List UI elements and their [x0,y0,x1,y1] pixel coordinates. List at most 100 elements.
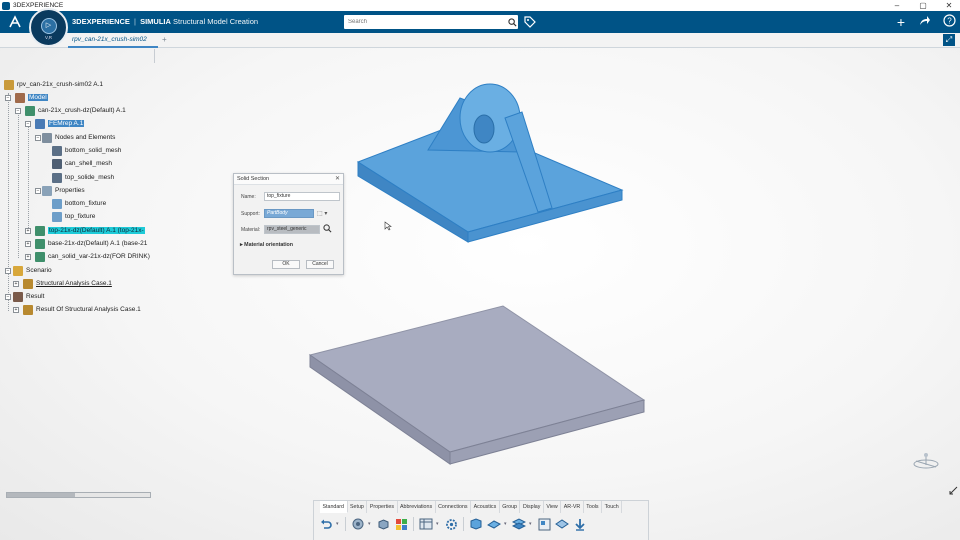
document-tab-bar: rpv_can-21x_crush-sim02 + ⤢ [0,33,960,48]
share-icon[interactable] [918,14,932,30]
beam-section-icon[interactable] [554,516,570,532]
dialog-title: Solid Section [237,176,270,182]
layered-section-icon[interactable] [511,516,527,532]
compass-widget[interactable]: ▷ V,R [29,8,68,47]
tree-item-root[interactable]: rpv_can-21x_crush-sim02 A.1 [4,79,103,90]
tree-item-nodes-and-elements[interactable]: Nodes and Elements [42,132,115,143]
material-field[interactable]: rpv_steel_generic [264,225,320,234]
tab-abbreviations[interactable]: Abbreviations [398,501,436,513]
collapse-icon[interactable]: − [5,95,11,101]
tab-connections[interactable]: Connections [436,501,472,513]
grid-tool-icon[interactable] [536,516,552,532]
3d-scene[interactable] [0,48,960,540]
download-arrow-icon[interactable] [572,516,588,532]
tree-item-top-fixture[interactable]: top_fixture [52,211,95,222]
table-icon[interactable] [418,516,434,532]
ok-button[interactable]: OK [272,260,300,269]
solid-section-icon[interactable] [468,516,484,532]
support-field[interactable]: PartBody [264,209,314,218]
chevron-down-icon[interactable]: ▾ [529,521,534,527]
tab-ar-vr[interactable]: AR-VR [561,501,584,513]
tab-setup[interactable]: Setup [348,501,368,513]
collapse-icon[interactable]: − [25,121,31,127]
chevron-down-icon[interactable]: ▾ [368,521,373,527]
expand-icon[interactable]: + [25,241,31,247]
3d-compass-icon[interactable] [910,451,942,471]
tab-tools[interactable]: Tools [584,501,603,513]
material-orientation-section[interactable]: ▸ Material orientation [240,242,293,248]
dialog-titlebar[interactable]: Solid Section ✕ [234,174,343,185]
expand-icon[interactable]: + [13,281,19,287]
resize-handle-icon[interactable] [948,486,958,496]
tree-item-top[interactable]: top-21x-dz(Default) A.1 (top-21x- [35,225,145,236]
restore-button[interactable]: ▢ [918,0,928,11]
add-icon[interactable]: + [894,14,908,30]
material-search-icon[interactable] [323,224,332,235]
expand-icon[interactable]: + [25,228,31,234]
bottom-plate-part[interactable] [308,305,646,465]
expand-icon[interactable]: + [25,254,31,260]
close-icon[interactable]: ✕ [335,174,340,185]
search-icon[interactable] [506,16,518,28]
close-button[interactable]: ✕ [944,0,954,11]
tab-properties[interactable]: Properties [367,501,398,513]
tree-item-model[interactable]: Model [15,92,48,103]
tab-group[interactable]: Group [500,501,521,513]
add-tab-icon[interactable]: + [162,35,167,44]
separator [345,517,346,531]
maximize-icon[interactable]: ⤢ [943,34,955,46]
search-input[interactable] [344,16,506,28]
collapse-icon[interactable]: − [5,294,11,300]
tree-item-analysis-case[interactable]: Structural Analysis Case.1 [23,278,112,289]
collapse-icon[interactable]: − [35,135,41,141]
tree-item-properties[interactable]: Properties [42,185,85,196]
cancel-button[interactable]: Cancel [306,260,334,269]
name-field[interactable]: top_fixture [264,192,340,201]
tree-item-top-solide-mesh[interactable]: top_solide_mesh [52,172,114,183]
part-icon [35,225,45,236]
help-icon[interactable]: ? [942,14,956,30]
tree-item-base[interactable]: base-21x-dz(Default) A.1 (base-21 [35,238,147,249]
tab-standard[interactable]: Standard [320,501,348,513]
undo-icon[interactable] [318,516,334,532]
chevron-down-icon[interactable]: ▾ [436,521,441,527]
tab-rpv-can-21x-crush-sim02[interactable]: rpv_can-21x_crush-sim02 [68,34,158,48]
product-icon [4,79,14,90]
collapse-icon[interactable]: − [15,108,21,114]
tab-acoustics[interactable]: Acoustics [471,501,500,513]
search-box[interactable] [344,15,518,29]
color-palette-icon[interactable] [393,516,409,532]
tree-item-bottom-solid-mesh[interactable]: bottom_solid_mesh [52,145,121,156]
chevron-down-icon[interactable]: ▾ [336,521,341,527]
3d-viewport[interactable] [0,48,960,540]
support-dropdown-icon[interactable]: ⬚ ▾ [317,210,337,217]
tree-item-scenario[interactable]: Scenario [13,265,52,276]
tab-view[interactable]: View [544,501,562,513]
minimize-button[interactable]: – [892,0,902,11]
scrollbar-thumb[interactable] [7,493,75,497]
collapse-icon[interactable]: − [5,268,11,274]
chevron-down-icon[interactable]: ▾ [504,521,509,527]
tree-horizontal-scrollbar[interactable] [6,492,151,498]
collapse-icon[interactable]: − [35,188,41,194]
play-icon[interactable]: ▷ [40,18,57,34]
tree-item-bottom-fixture[interactable]: bottom_fixture [52,198,106,209]
tree-item-result[interactable]: Result [13,291,44,302]
gear-icon[interactable] [443,516,459,532]
tree-item-femrep[interactable]: FEMrep A.1 [35,118,85,129]
expand-icon[interactable]: + [13,307,19,313]
result-icon [13,291,23,302]
tree-item-can-solid[interactable]: can_solid_var-21x-dz(FOR DRINK) [35,251,150,262]
tree-item-can[interactable]: can-21x_crush-dz(Default) A.1 [25,105,126,116]
tab-touch[interactable]: Touch [602,501,623,513]
tag-icon[interactable] [523,15,537,29]
tree-item-can-shell-mesh[interactable]: can_shell_mesh [52,158,112,169]
material-icon[interactable] [375,516,391,532]
top-fixture-part[interactable] [356,83,624,243]
mesh-tool-icon[interactable] [350,516,366,532]
tree-item-label: Result [26,293,45,300]
tree-item-result-of-analysis[interactable]: Result Of Structural Analysis Case.1 [23,304,141,315]
tab-display[interactable]: Display [520,501,544,513]
shell-section-icon[interactable] [486,516,502,532]
ds-logo-icon[interactable] [7,14,23,30]
